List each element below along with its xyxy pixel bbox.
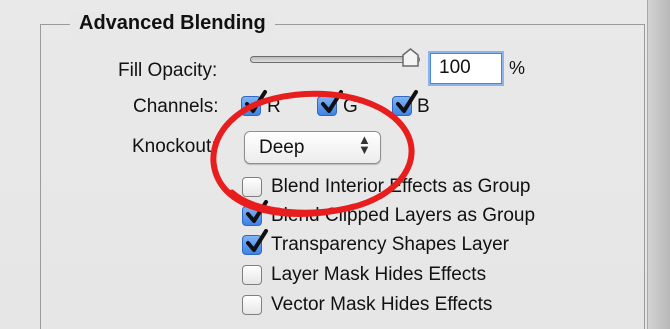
fill-opacity-input[interactable]: 100 [430, 53, 502, 84]
fill-opacity-slider[interactable] [250, 56, 420, 63]
checkmark-icon [245, 90, 267, 113]
vector-mask-hides-effects-checkbox[interactable] [242, 295, 262, 315]
advanced-blending-panel: Advanced Blending Fill Opacity: 100 % Ch… [0, 0, 670, 329]
channels-label: Channels: [133, 96, 219, 117]
knockout-select[interactable]: Deep ▲ ▼ [244, 131, 381, 164]
window-edge [647, 0, 670, 329]
channel-r-label: R [267, 96, 281, 117]
blend-interior-effects-checkbox[interactable] [242, 177, 262, 197]
vector-mask-hides-effects-label: Vector Mask Hides Effects [271, 294, 493, 315]
channel-b-checkbox[interactable] [392, 90, 418, 116]
checkmark-icon [246, 200, 268, 223]
blend-interior-effects-label: Blend Interior Effects as Group [271, 176, 531, 197]
knockout-label: Knockout: [132, 136, 217, 157]
blend-clipped-layers-checkbox[interactable] [242, 200, 268, 226]
channel-r-checkbox[interactable] [241, 90, 267, 116]
layer-mask-hides-effects-checkbox[interactable] [242, 265, 262, 285]
knockout-selected-value: Deep [259, 137, 305, 158]
transparency-shapes-layer-label: Transparency Shapes Layer [271, 234, 509, 255]
channel-b-label: B [417, 96, 430, 117]
blend-clipped-layers-label: Blend Clipped Layers as Group [271, 205, 536, 226]
fill-opacity-label: Fill Opacity: [118, 60, 218, 81]
group-title: Advanced Blending [70, 12, 275, 35]
fill-opacity-unit: % [509, 58, 526, 78]
checkmark-icon [396, 90, 418, 113]
channel-g-checkbox[interactable] [317, 90, 343, 116]
fill-opacity-slider-thumb[interactable] [401, 48, 420, 68]
transparency-shapes-layer-checkbox[interactable] [242, 229, 268, 255]
checkmark-icon [246, 229, 268, 252]
layer-mask-hides-effects-label: Layer Mask Hides Effects [271, 264, 487, 285]
channel-g-label: G [343, 96, 358, 117]
checkmark-icon [321, 90, 343, 113]
select-arrows-icon: ▲ ▼ [358, 132, 371, 157]
